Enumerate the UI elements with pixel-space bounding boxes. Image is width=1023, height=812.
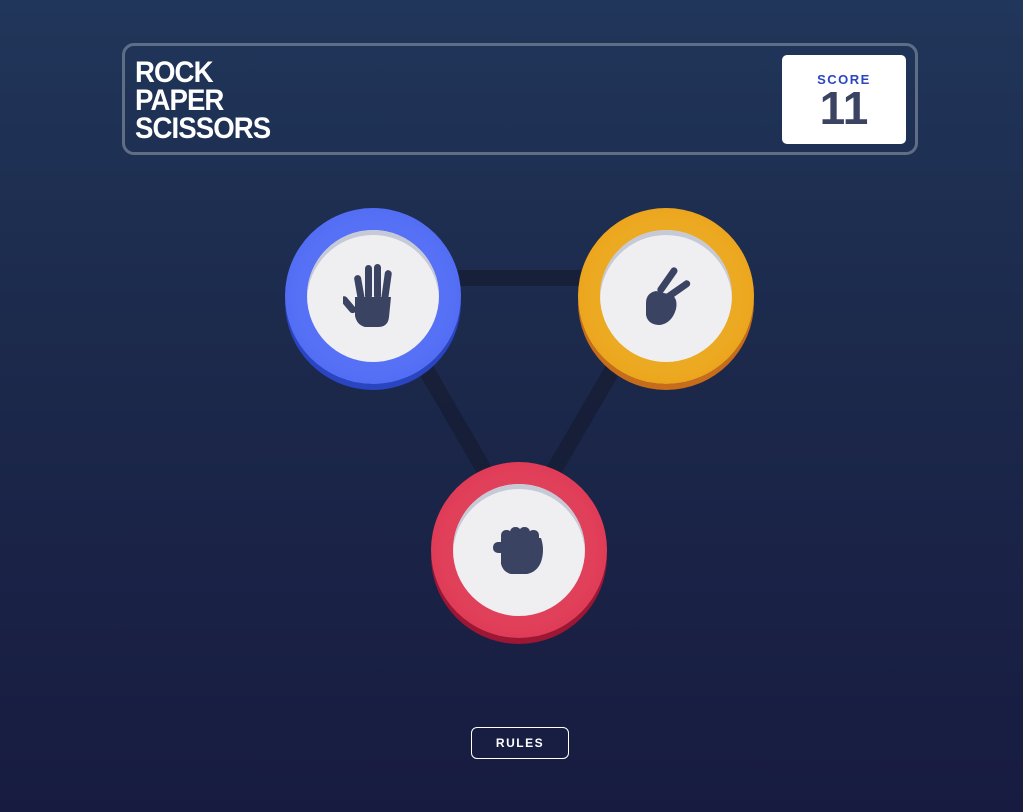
triangle-connector [365,270,674,538]
rock-choice-button[interactable] [431,462,607,638]
scissors-hand-icon [646,267,691,325]
rules-button[interactable]: RULES [471,727,569,759]
paper-hand-icon [343,264,392,327]
scissors-choice-button[interactable] [578,208,754,384]
paper-choice-button[interactable] [285,208,461,384]
rock-fist-icon [493,527,543,574]
